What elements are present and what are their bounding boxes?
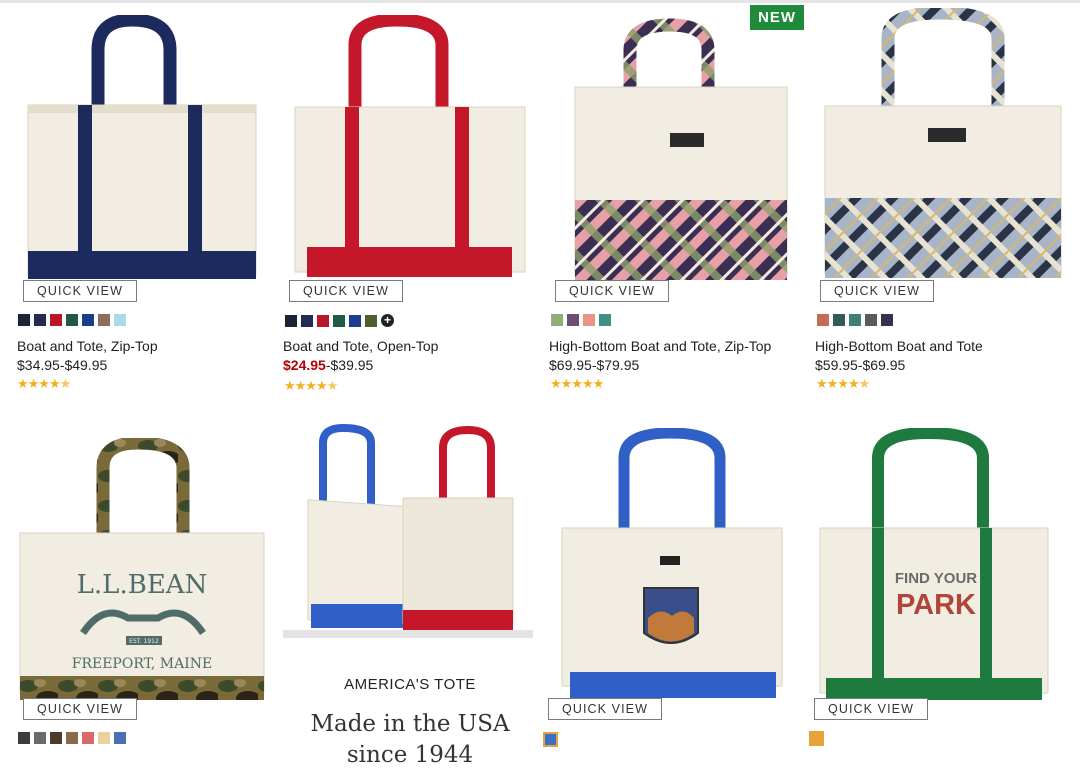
swatch[interactable] <box>50 732 62 744</box>
tote-print-location: FREEPORT, MAINE <box>72 656 213 672</box>
promo-subtitle-2: since 1944 <box>346 742 474 768</box>
rating-stars[interactable]: ★★★★★ <box>17 376 71 392</box>
color-swatches <box>817 314 893 326</box>
quick-view-button[interactable]: QUICK VIEW <box>548 698 663 720</box>
swatch[interactable] <box>849 314 861 326</box>
swatch[interactable] <box>18 314 30 326</box>
product-image-find-your-park[interactable]: FIND YOUR PARK <box>818 428 1050 700</box>
swatch[interactable] <box>66 314 78 326</box>
product-price: $59.95-$69.95 <box>815 357 906 373</box>
swatch[interactable] <box>114 732 126 744</box>
product-image-high-bottom[interactable] <box>820 8 1065 280</box>
product-name[interactable]: High-Bottom Boat and Tote, Zip-Top <box>549 338 771 354</box>
swatch[interactable] <box>34 314 46 326</box>
product-name[interactable]: Boat and Tote, Open-Top <box>283 338 438 354</box>
swatch[interactable] <box>82 314 94 326</box>
quick-view-button[interactable]: QUICK VIEW <box>814 698 929 720</box>
swatch[interactable] <box>817 314 829 326</box>
tote-print-est: EST. 1912 <box>129 638 159 645</box>
swatch[interactable] <box>349 314 361 327</box>
swatch[interactable] <box>881 314 893 326</box>
color-swatches <box>18 732 126 744</box>
swatch[interactable] <box>34 732 46 744</box>
swatch[interactable] <box>865 314 877 326</box>
swatch[interactable] <box>50 314 62 326</box>
swatch[interactable] <box>551 314 563 326</box>
swatch[interactable] <box>809 731 824 746</box>
swatch[interactable] <box>583 314 595 326</box>
swatch[interactable] <box>833 314 845 326</box>
product-image-open-top[interactable] <box>287 15 532 280</box>
swatch[interactable] <box>317 314 329 327</box>
quick-view-button[interactable]: QUICK VIEW <box>23 280 138 302</box>
swatch[interactable] <box>365 314 377 327</box>
swatch[interactable] <box>567 314 579 326</box>
tote-print-line2: PARK <box>896 589 976 621</box>
swatch[interactable] <box>98 314 110 326</box>
regular-price: -$39.95 <box>325 357 374 373</box>
swatch[interactable] <box>333 314 345 327</box>
swatch[interactable] <box>599 314 611 326</box>
color-swatches <box>809 731 824 746</box>
quick-view-button[interactable]: QUICK VIEW <box>820 280 935 302</box>
product-image-patch-tote[interactable] <box>560 428 785 700</box>
product-image-high-bottom-zip[interactable] <box>560 15 795 280</box>
swatch[interactable] <box>18 732 30 744</box>
swatch[interactable] <box>114 314 126 326</box>
product-price: $69.95-$79.95 <box>549 357 640 373</box>
sale-price: $24.95 <box>283 357 326 373</box>
product-image-zip-top[interactable] <box>20 15 260 280</box>
swatch[interactable] <box>285 314 297 327</box>
rating-stars[interactable]: ★★★★★ <box>816 376 870 392</box>
product-image-llbean-print[interactable]: L.L.BEAN EST. 1912 FREEPORT, MAINE <box>18 438 266 700</box>
top-divider <box>0 0 1080 3</box>
color-swatches <box>18 314 126 326</box>
color-swatches <box>543 732 558 747</box>
color-swatches: + <box>285 314 394 327</box>
product-name[interactable]: Boat and Tote, Zip-Top <box>17 338 158 354</box>
swatch[interactable] <box>543 732 558 747</box>
rating-stars[interactable]: ★★★★★ <box>284 378 338 394</box>
promo-subtitle: Made in the USA <box>310 711 510 737</box>
product-price: $24.95-$39.95 <box>283 357 373 373</box>
product-name[interactable]: High-Bottom Boat and Tote <box>815 338 983 354</box>
swatch[interactable] <box>66 732 78 744</box>
tote-print-logo: L.L.BEAN <box>77 570 208 600</box>
swatch[interactable] <box>98 732 110 744</box>
tote-print-line1: FIND YOUR <box>895 570 977 587</box>
promo-image-totes[interactable] <box>283 418 533 643</box>
promo-title: AMERICA'S TOTE <box>344 676 476 693</box>
swatch[interactable] <box>82 732 94 744</box>
quick-view-button[interactable]: QUICK VIEW <box>289 280 404 302</box>
quick-view-button[interactable]: QUICK VIEW <box>23 698 138 720</box>
more-colors-icon[interactable]: + <box>381 314 394 327</box>
swatch[interactable] <box>301 314 313 327</box>
quick-view-button[interactable]: QUICK VIEW <box>555 280 670 302</box>
rating-stars[interactable]: ★★★★★ <box>550 376 604 392</box>
product-price: $34.95-$49.95 <box>17 357 108 373</box>
color-swatches <box>551 314 611 326</box>
